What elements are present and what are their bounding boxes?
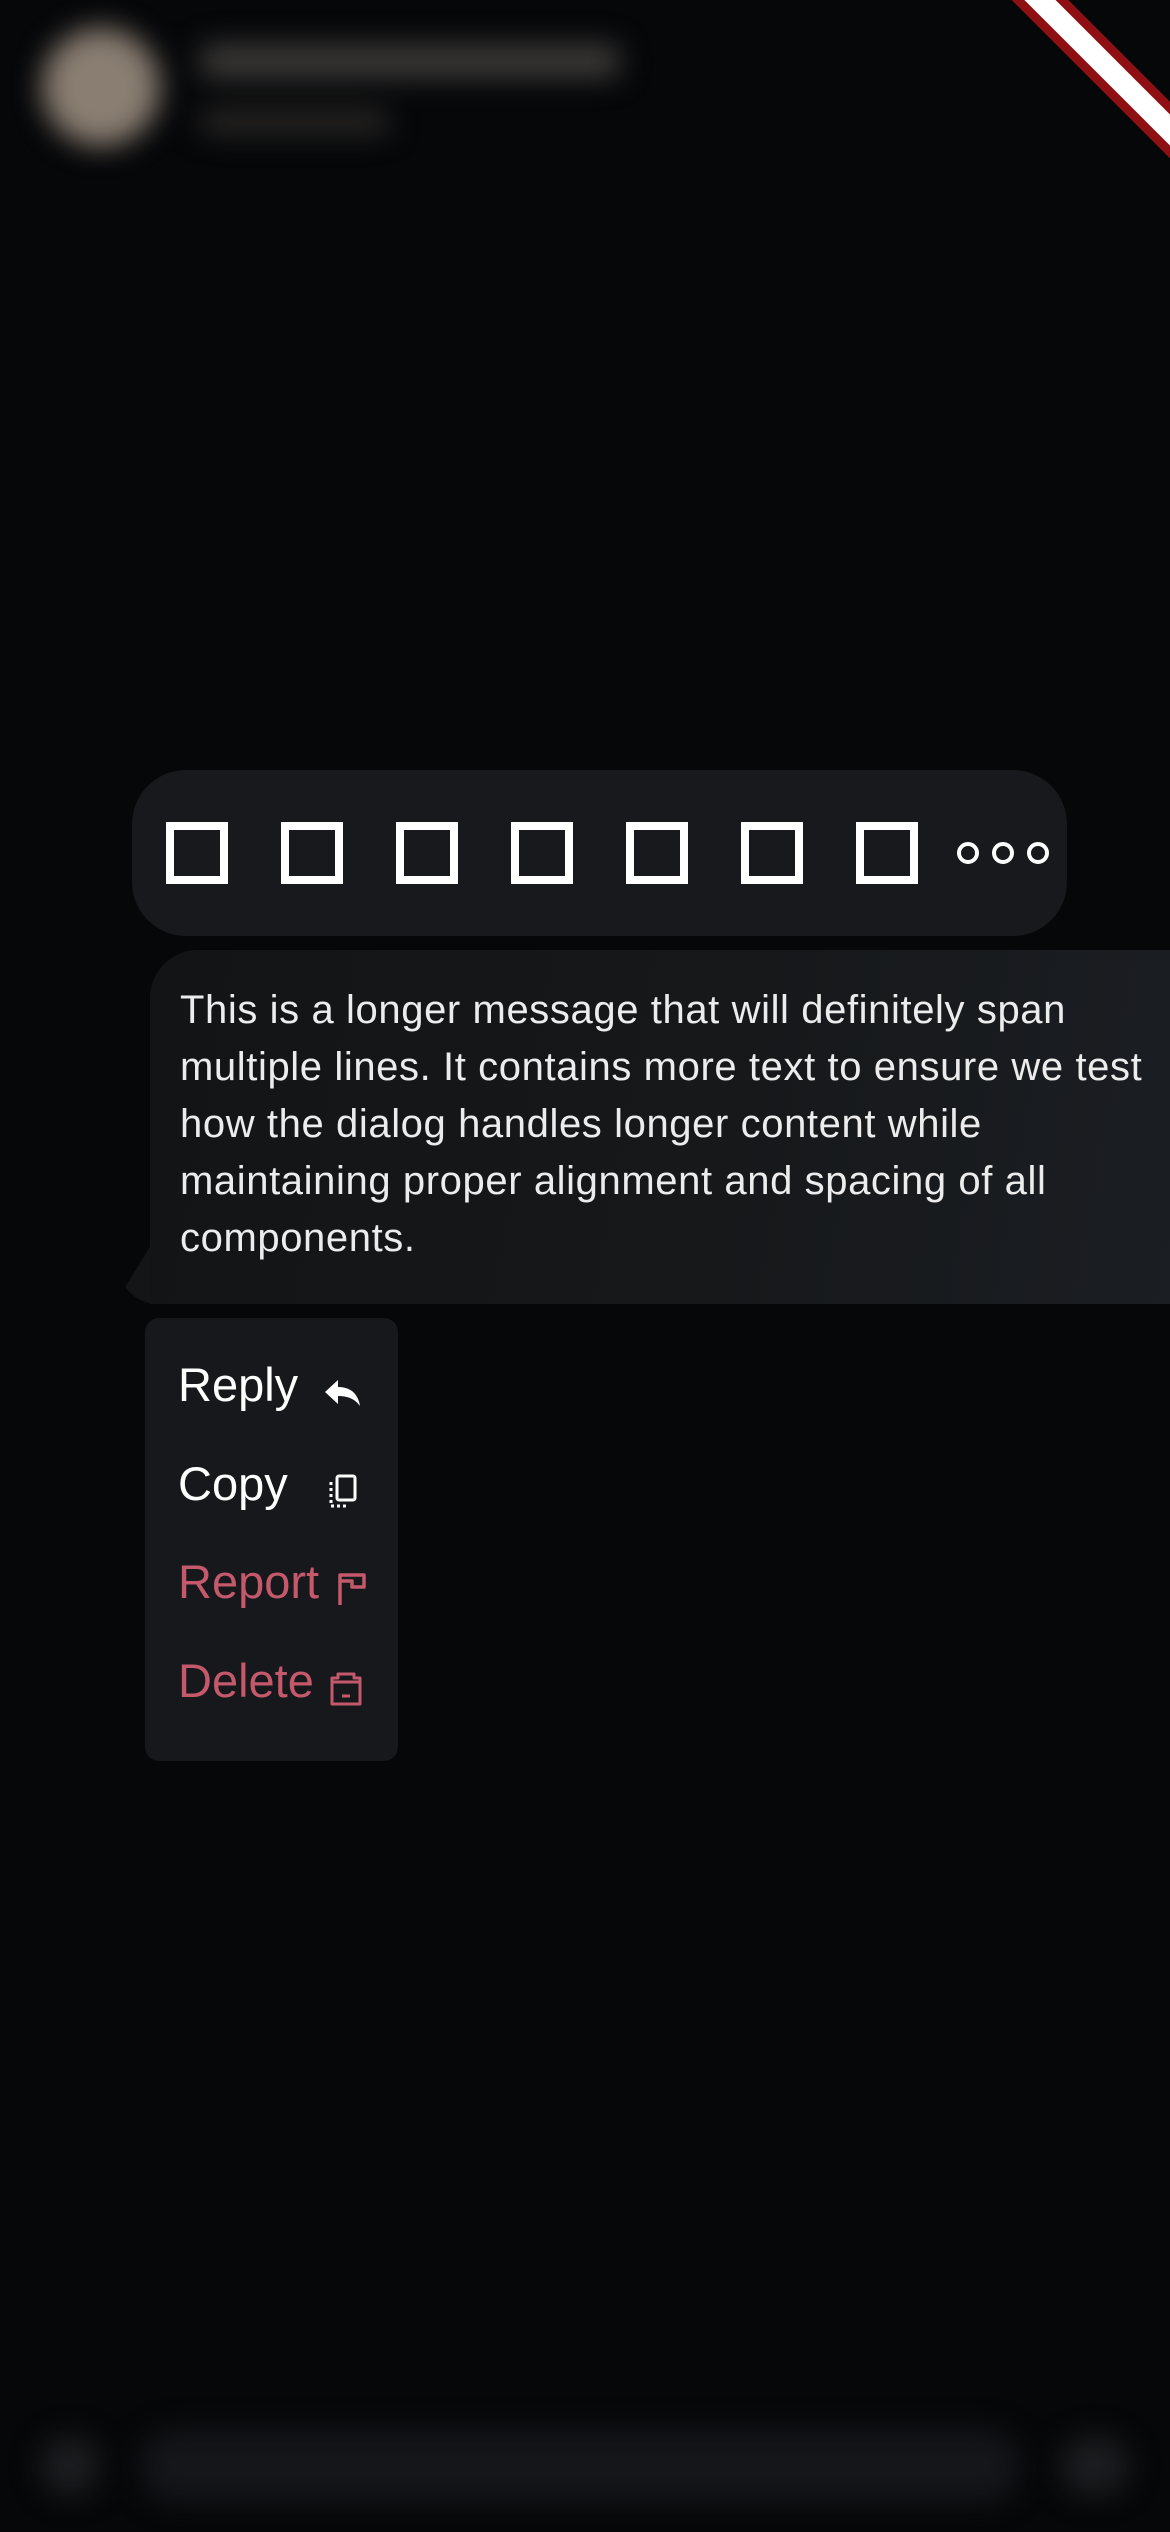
reaction-emoji-7[interactable] — [856, 822, 918, 884]
menu-item-reply[interactable]: Reply — [145, 1360, 398, 1459]
reply-icon — [325, 1380, 360, 1406]
menu-item-copy[interactable]: Copy — [145, 1456, 398, 1558]
avatar — [42, 28, 160, 146]
reaction-bar — [132, 770, 1067, 936]
reaction-emoji-1[interactable] — [166, 822, 228, 884]
menu-item-delete[interactable]: Delete — [145, 1653, 398, 1755]
chat-title-placeholder — [200, 44, 620, 78]
trash-icon — [330, 1672, 362, 1705]
chat-subtitle-placeholder — [200, 110, 390, 134]
message-bubble: This is a longer message that will defin… — [150, 950, 1170, 1304]
menu-item-label: Report — [178, 1555, 320, 1608]
copy-icon — [329, 1474, 357, 1507]
message-actions-screen: This is a longer message that will defin… — [0, 0, 1170, 2532]
reaction-emoji-3[interactable] — [396, 822, 458, 884]
flag-icon — [338, 1573, 366, 1605]
message-context-menu: Reply Copy Report Delete — [145, 1318, 398, 1761]
blurred-message-composer — [0, 2400, 1170, 2532]
reaction-emoji-6[interactable] — [741, 822, 803, 884]
menu-item-label: Delete — [178, 1653, 314, 1707]
message-text: This is a longer message that will defin… — [180, 988, 1143, 1260]
menu-item-label: Reply — [178, 1358, 299, 1411]
blurred-chat-header — [0, 0, 1170, 200]
menu-item-report[interactable]: Report — [145, 1557, 398, 1656]
reaction-emoji-5[interactable] — [626, 822, 688, 884]
reaction-emoji-4[interactable] — [511, 822, 573, 884]
reaction-emoji-2[interactable] — [281, 822, 343, 884]
more-horizontal-icon[interactable] — [957, 842, 1062, 864]
menu-item-label: Copy — [178, 1456, 288, 1510]
